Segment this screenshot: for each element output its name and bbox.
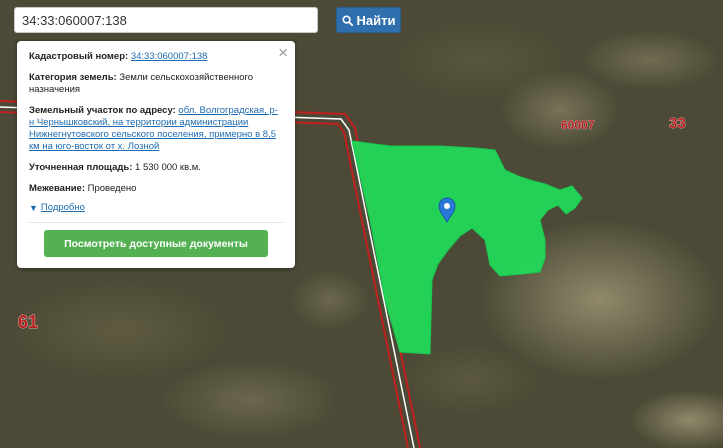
address-label: Земельный участок по адресу: [29,105,176,116]
search-input[interactable] [14,7,318,33]
close-icon[interactable]: × [278,44,288,61]
survey-row: Межевание: Проведено [29,183,283,195]
area-row: Уточненная площадь: 1 530 000 кв.м. [29,162,283,174]
search-button-label: Найти [356,12,396,28]
details-link[interactable]: Подробно [41,202,85,214]
address-row: Земельный участок по адресу: обл. Волгог… [29,105,283,153]
land-category-row: Категория земель: Земли сельскохозяйстве… [29,72,283,96]
popup-divider [29,222,283,223]
details-toggle[interactable]: ▼ Подробно [29,202,283,214]
caret-down-icon: ▼ [29,203,38,213]
parcel-info-popup: × Кадастровый номер: 34:33:060007:138 Ка… [17,41,295,268]
area-value: 1 530 000 кв.м. [135,162,201,173]
district-label: 33 [669,115,686,132]
area-label: Уточненная площадь: [29,162,133,173]
survey-label: Межевание: [29,183,85,194]
search-icon [341,14,353,26]
cadastral-number-link[interactable]: 34:33:060007:138 [131,51,208,62]
survey-value: Проведено [87,183,137,194]
neighbor-district-label: 61 [18,312,38,332]
land-category-label: Категория земель: [29,72,117,83]
search-button[interactable]: Найти [336,7,401,33]
cadastral-number-row: Кадастровый номер: 34:33:060007:138 [29,51,283,63]
cadastral-number-label: Кадастровый номер: [29,51,129,62]
quarter-label: 60007 [561,118,595,132]
view-documents-button[interactable]: Посмотреть доступные документы [44,230,268,257]
